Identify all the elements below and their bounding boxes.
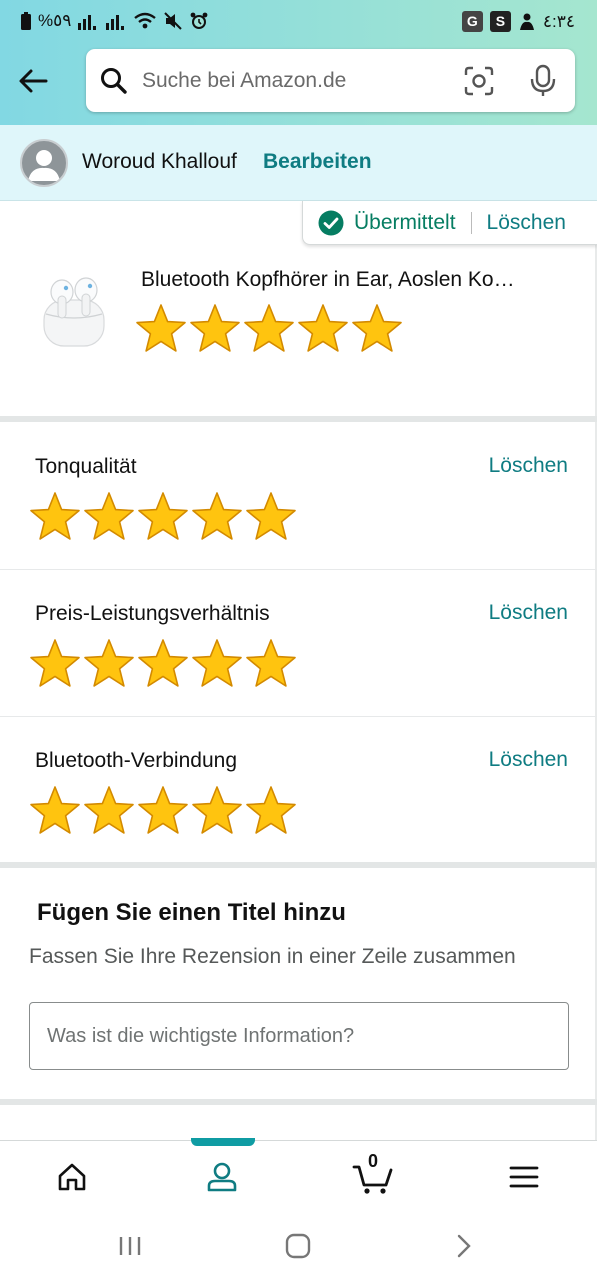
attribute-label: Tonqualität [35,455,137,478]
star-icon[interactable] [82,637,136,691]
product-image [36,266,114,354]
product-title: Bluetooth Kopfhörer in Ear, Aoslen Ko… [141,268,515,291]
star-icon[interactable] [350,302,404,356]
mute-icon [164,12,183,30]
recent-apps-button[interactable] [110,1231,150,1261]
home-icon [58,1163,86,1191]
star-icon[interactable] [188,302,242,356]
status-left: %٥٩ [20,11,209,31]
arrow-left-icon [19,69,48,93]
clock: ٤:٣٤ [542,11,575,31]
nav-menu[interactable] [502,1155,546,1199]
wifi-icon [134,12,157,29]
home-system-button[interactable] [278,1231,318,1261]
battery-icon [21,12,31,30]
star-icon[interactable] [136,637,190,691]
submission-status: Übermittelt [354,210,456,234]
search-bar[interactable] [86,49,575,112]
check-circle-icon [318,210,344,235]
back-button[interactable] [14,62,52,100]
star-icon[interactable] [190,490,244,544]
star-icon[interactable] [244,490,298,544]
user-avatar-icon [28,150,60,181]
section-divider [0,1099,597,1105]
earbuds-image [43,277,105,347]
star-icon[interactable] [28,637,82,691]
pill-divider [470,211,472,234]
section-divider [0,416,597,422]
star-icon[interactable] [28,784,82,838]
attribute-label: Preis-Leistungsverhältnis [35,602,270,625]
back-system-button[interactable] [444,1231,484,1261]
attribute-rating-stars[interactable] [28,490,298,544]
system-navigation-bar [0,1211,597,1280]
top-bar: %٥٩ G S ٤:٣٤ [0,0,597,125]
star-icon[interactable] [244,784,298,838]
overall-rating-stars[interactable] [134,302,404,356]
notification-icon [519,13,534,30]
row-divider [0,716,597,717]
user-icon [207,1162,237,1192]
edit-profile-link[interactable]: Bearbeiten [263,150,372,174]
nav-cart[interactable]: 0 [350,1151,398,1199]
star-icon[interactable] [136,490,190,544]
profile-bar: Woroud Khallouf Bearbeiten [0,125,597,201]
profile-name: Woroud Khallouf [82,150,237,173]
section-divider [0,862,597,868]
row-divider [0,569,597,570]
submission-status-bar: Übermittelt Löschen [302,201,597,245]
star-icon[interactable] [244,637,298,691]
signal-icon-2 [106,15,125,30]
delete-review-link[interactable]: Löschen [487,211,566,235]
alarm-icon [190,12,208,29]
star-icon[interactable] [190,637,244,691]
avatar [20,139,68,187]
active-tab-indicator [191,1138,255,1146]
attribute-rating-stars[interactable] [28,637,298,691]
star-icon[interactable] [28,490,82,544]
menu-icon [509,1166,539,1188]
camera-scan-icon[interactable] [464,66,494,96]
star-icon[interactable] [134,302,188,356]
attribute-delete-link[interactable]: Löschen [489,601,568,625]
recent-apps-icon [119,1237,141,1255]
star-icon[interactable] [136,784,190,838]
attribute-delete-link[interactable]: Löschen [489,454,568,478]
star-icon[interactable] [190,784,244,838]
attribute-label: Bluetooth-Verbindung [35,749,237,772]
cart-count: 0 [368,1151,379,1171]
search-input[interactable] [142,63,442,99]
battery-percent: %٥٩ [38,11,72,30]
star-icon[interactable] [82,490,136,544]
s-app-icon: S [489,11,511,32]
translate-icon: G [461,11,483,32]
home-circle-icon [285,1233,311,1259]
attribute-rating-stars[interactable] [28,784,298,838]
title-heading: Fügen Sie einen Titel hinzu [37,899,346,926]
microphone-icon[interactable] [529,64,557,98]
status-bar: %٥٩ G S ٤:٣٤ [0,0,597,44]
review-title-input[interactable] [29,1002,569,1070]
status-right: G S ٤:٣٤ [461,11,575,32]
nav-home[interactable] [50,1155,94,1199]
chevron-right-icon [457,1234,471,1258]
signal-icon [78,15,97,30]
title-subheading: Fassen Sie Ihre Rezension in einer Zeile… [29,945,516,968]
attribute-delete-link[interactable]: Löschen [489,748,568,772]
star-icon[interactable] [242,302,296,356]
star-icon[interactable] [296,302,350,356]
nav-account[interactable] [200,1155,244,1199]
star-icon[interactable] [82,784,136,838]
search-icon[interactable] [100,67,128,95]
